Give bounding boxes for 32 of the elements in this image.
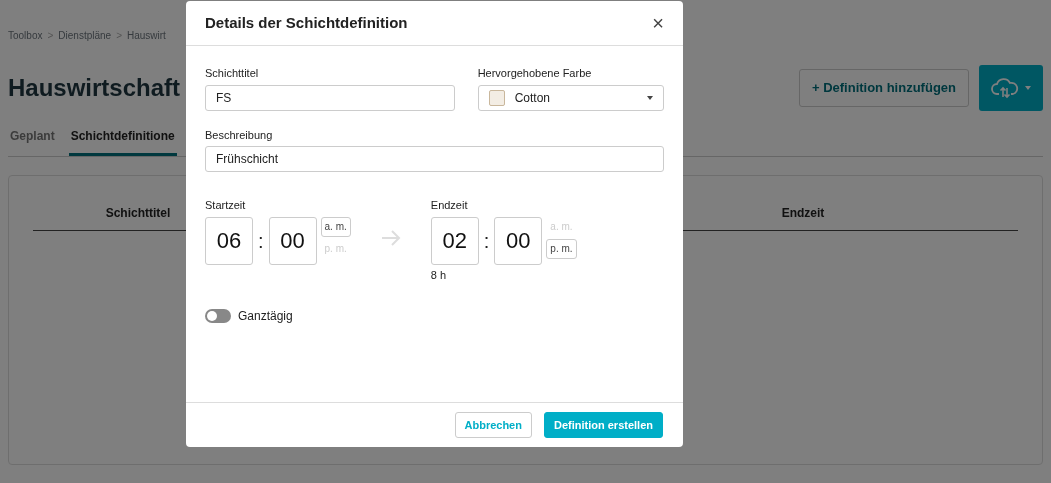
duration-text: 8 h [430,267,448,283]
breadcrumb-separator: > [116,29,122,43]
hour-field[interactable]: 02 [430,216,479,265]
minute-field[interactable]: 00 [494,216,543,265]
pm-toggle[interactable]: p. m. [546,238,577,259]
cloud-button[interactable] [979,65,1043,111]
column-header: Endzeit [781,206,825,220]
caret-icon [647,95,653,100]
field-label: Schichttitel [205,66,260,81]
arrow-right-icon [380,230,401,246]
tab[interactable]: Schichtdefinitione [68,127,177,156]
dialog-title: Details der Schichtdefinition [205,14,408,32]
toggle-switch[interactable] [205,309,231,323]
breadcrumb-separator: > [47,29,54,43]
color-select[interactable]: Cotton [477,84,664,111]
column-header: Schichttitel [105,206,171,220]
close-button[interactable]: × [652,13,664,33]
caret-icon [1025,86,1031,90]
colon: : [257,228,265,254]
page-title: Hauswirtschaft [8,73,181,103]
am-toggle[interactable]: a. m. [320,216,351,237]
field-label: Endzeit [430,198,469,213]
title-field[interactable]: FS [205,84,455,111]
field-label: Beschreibung [205,127,274,143]
toggle-label: Ganztägig [238,308,293,325]
hour-field[interactable]: 06 [205,216,253,265]
description-field[interactable]: Frühschicht [205,146,664,172]
field-label: Startzeit [205,198,247,213]
minute-field[interactable]: 00 [268,216,317,265]
field-label: Hervorgehobene Farbe [477,66,593,81]
colon: : [482,228,491,254]
cloud-sync-icon [991,77,1019,99]
